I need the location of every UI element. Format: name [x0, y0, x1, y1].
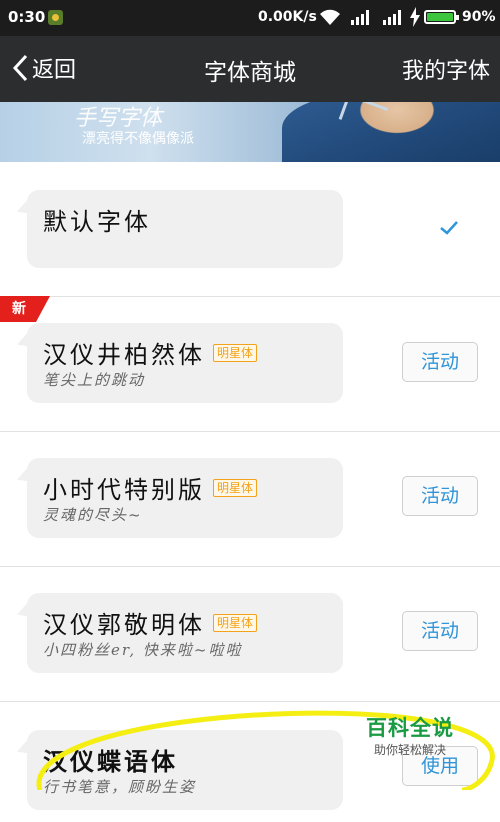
watermark-subtitle: 助你轻松解决 [373, 743, 446, 757]
font-preview-bubble: 小时代特别版 明星体 灵魂的尽头~ [27, 458, 343, 538]
my-fonts-button[interactable]: 我的字体 [402, 53, 490, 85]
star-font-tag: 明星体 [213, 479, 258, 497]
watermark: 百科全说 助你轻松解决 [355, 714, 465, 762]
signal-icon [351, 9, 373, 29]
star-font-tag: 明星体 [213, 614, 258, 632]
app-notification-icon [48, 10, 63, 25]
nav-bar: 返回 字体商城 我的字体 [0, 36, 500, 102]
activity-button[interactable]: 活动 [402, 476, 478, 516]
network-speed: 0.00K/s [258, 9, 317, 25]
font-subtitle: 灵魂的尽头~ [43, 506, 143, 524]
list-item[interactable]: 小时代特别版 明星体 灵魂的尽头~ 活动 [0, 432, 500, 567]
activity-button[interactable]: 活动 [402, 342, 478, 382]
font-preview-bubble: 汉仪井柏然体 明星体 笔尖上的跳动 [27, 323, 343, 403]
font-preview-bubble: 汉仪蝶语体 行书笔意，顾盼生姿 [27, 730, 343, 810]
star-font-tag: 明星体 [213, 344, 258, 362]
selected-check-icon [440, 221, 458, 235]
status-time: 0:30 [8, 8, 46, 26]
list-item[interactable]: 默认字体 [0, 162, 500, 297]
banner-slogan: 漂亮得不像偶像派 [82, 131, 194, 147]
font-subtitle: 小四粉丝er, 快来啦~啦啦 [43, 641, 243, 659]
signal-icon-2 [383, 9, 405, 29]
promo-banner[interactable]: 手写字体 漂亮得不像偶像派 [0, 102, 500, 162]
font-subtitle: 行书笔意，顾盼生姿 [43, 778, 197, 796]
font-subtitle: 笔尖上的跳动 [43, 371, 146, 389]
banner-person-image [282, 102, 500, 162]
back-label: 返回 [32, 58, 77, 83]
list-item[interactable]: 汉仪郭敬明体 明星体 小四粉丝er, 快来啦~啦啦 活动 [0, 567, 500, 702]
font-name: 汉仪郭敬明体 明星体 [43, 605, 258, 640]
activity-button[interactable]: 活动 [402, 611, 478, 651]
wifi-icon [318, 8, 342, 30]
font-preview-bubble: 汉仪郭敬明体 明星体 小四粉丝er, 快来啦~啦啦 [27, 593, 343, 673]
battery-percent: 90% [462, 9, 496, 25]
font-list: 默认字体 汉仪井柏然体 明星体 笔尖上的跳动 活动 小时代特别版 明星体 灵魂的尽头… [0, 162, 500, 822]
watermark-title: 百科全说 [366, 716, 454, 740]
back-button[interactable]: 返回 [12, 52, 76, 84]
charging-icon [410, 7, 420, 31]
list-item[interactable]: 汉仪井柏然体 明星体 笔尖上的跳动 活动 [0, 297, 500, 432]
battery-icon [424, 10, 459, 24]
font-preview-bubble: 默认字体 [27, 190, 343, 268]
font-name: 汉仪蝶语体 [43, 747, 178, 776]
font-name: 汉仪井柏然体 明星体 [43, 335, 258, 370]
status-bar: 0:30 0.00K/s 90% [0, 0, 500, 36]
font-name: 默认字体 [43, 208, 151, 236]
font-name: 小时代特别版 明星体 [43, 470, 258, 505]
chevron-left-icon [12, 54, 28, 82]
